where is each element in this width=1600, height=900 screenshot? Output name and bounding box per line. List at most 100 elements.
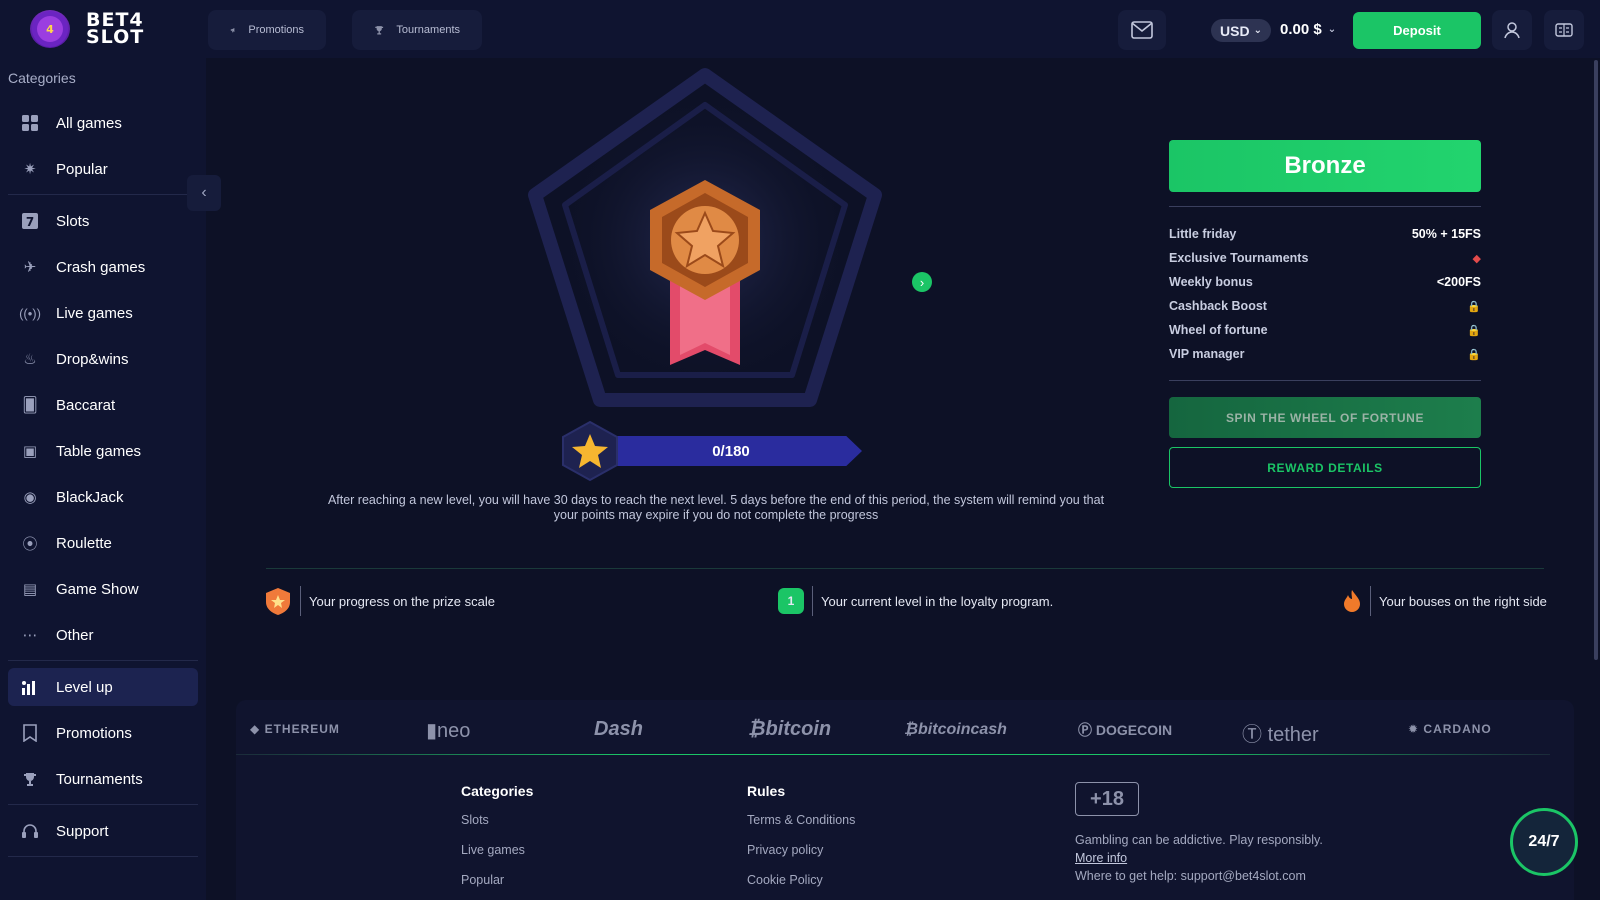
logo-text-line2: SLOT <box>86 26 145 48</box>
sidebar-item-label: Promotions <box>56 724 132 742</box>
sidebar-item-level-up[interactable]: Level up <box>8 668 198 706</box>
lock-icon: 🔒 <box>1467 324 1481 337</box>
user-icon <box>1504 22 1520 39</box>
user-profile-button[interactable] <box>1492 10 1532 50</box>
age-restriction-badge: +18 <box>1075 782 1139 816</box>
footer-link-terms[interactable]: Terms & Conditions <box>747 813 855 827</box>
nav-tournaments-button[interactable]: Tournaments <box>352 10 482 50</box>
sidebar-item-all-games[interactable]: All games <box>8 104 198 142</box>
crypto-name: tether <box>1267 724 1319 746</box>
ethereum-icon: ◆ <box>250 722 261 736</box>
support-chat-button[interactable]: 24/7 <box>1510 808 1578 876</box>
megaphone-icon <box>230 28 235 33</box>
level-progress: 0/180 <box>560 420 880 482</box>
trophy-icon <box>375 26 384 35</box>
dogecoin-icon: Ⓟ <box>1078 722 1092 738</box>
footer-link-live-games[interactable]: Live games <box>461 843 525 857</box>
crypto-name: DOGECOIN <box>1095 722 1173 738</box>
sidebar-item-label: Table games <box>56 442 142 460</box>
show-icon: ▤ <box>22 581 38 598</box>
dots-icon: ⋯ <box>22 627 38 644</box>
balance-dropdown[interactable]: 0.00 $ ⌄ <box>1280 21 1336 38</box>
panel-divider <box>1169 206 1481 207</box>
perk-value: 50% + 15FS <box>1411 227 1481 241</box>
footer-link-cookie[interactable]: Cookie Policy <box>747 873 823 887</box>
perk-name: Wheel of fortune <box>1169 323 1268 337</box>
reward-details-button[interactable]: REWARD DETAILS <box>1169 447 1481 488</box>
next-level-button[interactable]: › <box>912 272 932 292</box>
perk-row: Little friday 50% + 15FS <box>1169 224 1481 244</box>
footer-link-privacy[interactable]: Privacy policy <box>747 843 823 857</box>
deposit-button[interactable]: Deposit <box>1353 12 1481 49</box>
sidebar-item-live-games[interactable]: ((•)) Live games <box>8 294 198 332</box>
legend-text: Your current level in the loyalty progra… <box>821 593 1054 609</box>
more-info-link[interactable]: More info <box>1075 851 1127 865</box>
level-number-badge: 1 <box>778 588 804 614</box>
perk-name: Cashback Boost <box>1169 299 1267 313</box>
shield-medal-icon <box>266 588 290 615</box>
sidebar-item-drop-wins[interactable]: ♨ Drop&wins <box>8 340 198 378</box>
legend-item-level: 1 Your current level in the loyalty prog… <box>778 586 1053 616</box>
crypto-logos: ◆ ETHEREUM ▮neo Dash ₿bitcoin ₿bitcoinca… <box>236 700 1574 756</box>
language-button[interactable] <box>1544 10 1584 50</box>
nav-promotions-label: Promotions <box>248 24 304 36</box>
bookmark-icon <box>20 723 40 743</box>
sidebar-item-crash-games[interactable]: ✈ Crash games <box>8 248 198 286</box>
sidebar-item-tournaments[interactable]: Tournaments <box>8 760 198 798</box>
svg-text:4: 4 <box>46 23 54 36</box>
sidebar-divider <box>8 194 198 195</box>
crypto-name: bitcoincash <box>918 721 1007 738</box>
balance-value: 0.00 $ <box>1280 21 1322 38</box>
mail-button[interactable] <box>1118 10 1166 50</box>
sidebar-divider <box>8 804 198 805</box>
sidebar-item-label: Support <box>56 822 109 840</box>
mail-icon <box>1131 21 1153 39</box>
footer-link-slots[interactable]: Slots <box>461 813 489 827</box>
currency-select[interactable]: USD ⌄ <box>1211 19 1271 42</box>
nav-promotions-button[interactable]: Promotions <box>208 10 326 50</box>
sidebar-item-slots[interactable]: 7 Slots <box>8 202 198 240</box>
cardano-logo: ✹ CARDANO <box>1408 722 1492 736</box>
sidebar-item-support[interactable]: Support <box>8 812 198 850</box>
sidebar-item-promotions[interactable]: Promotions <box>8 714 198 752</box>
brand-logo[interactable]: 4 BET4 SLOT <box>30 10 144 48</box>
tether-icon: Ⓣ <box>1242 724 1262 746</box>
sidebar-item-baccarat[interactable]: 🂠 Baccarat <box>8 386 198 424</box>
sidebar-item-label: Level up <box>56 678 113 696</box>
gift-icon: ◆ <box>1472 252 1481 265</box>
chip-icon: ◉ <box>23 489 37 506</box>
legend-separator <box>300 586 301 616</box>
broadcast-icon: ((•)) <box>19 305 41 321</box>
perk-row: Exclusive Tournaments ◆ <box>1169 248 1481 268</box>
footer-categories-title: Categories <box>461 783 534 799</box>
bitcoincash-logo: ₿bitcoincash <box>904 721 1007 739</box>
legend-text: Your bouses on the right side <box>1379 593 1547 609</box>
crypto-name: CARDANO <box>1423 722 1492 736</box>
sidebar-collapse-button[interactable]: ‹ <box>187 175 221 211</box>
spin-wheel-button[interactable]: SPIN THE WHEEL OF FORTUNE <box>1169 397 1481 438</box>
sidebar-item-other[interactable]: ⋯ Other <box>8 616 198 654</box>
responsible-gambling-text: Gambling can be addictive. Play responsi… <box>1075 833 1323 847</box>
crypto-name: neo <box>437 720 471 742</box>
legend-item-bonuses: Your bouses on the right side <box>1342 586 1547 616</box>
language-icon <box>1555 23 1573 37</box>
perk-name: Little friday <box>1169 227 1237 241</box>
currency-label: USD <box>1220 22 1250 39</box>
sidebar-item-roulette[interactable]: ⦿ Roulette <box>8 524 198 562</box>
legend-separator <box>812 586 813 616</box>
sidebar-divider <box>8 856 198 857</box>
sidebar-item-blackjack[interactable]: ◉ BlackJack <box>8 478 198 516</box>
footer-link-popular[interactable]: Popular <box>461 873 504 887</box>
panel-divider <box>1169 380 1481 381</box>
flame-icon <box>1344 590 1360 612</box>
sidebar-item-game-show[interactable]: ▤ Game Show <box>8 570 198 608</box>
legend-separator <box>1370 586 1371 616</box>
footer-rules-title: Rules <box>747 783 786 799</box>
page-scrollbar[interactable] <box>1594 60 1598 660</box>
seven-icon: 7 <box>20 211 40 231</box>
perk-row: Wheel of fortune 🔒 <box>1169 320 1481 340</box>
sidebar-item-table-games[interactable]: ▣ Table games <box>8 432 198 470</box>
bitcoincash-icon: ₿ <box>904 721 919 738</box>
sidebar-item-popular[interactable]: ✷ Popular <box>8 150 198 188</box>
star-icon: ✷ <box>23 161 37 178</box>
